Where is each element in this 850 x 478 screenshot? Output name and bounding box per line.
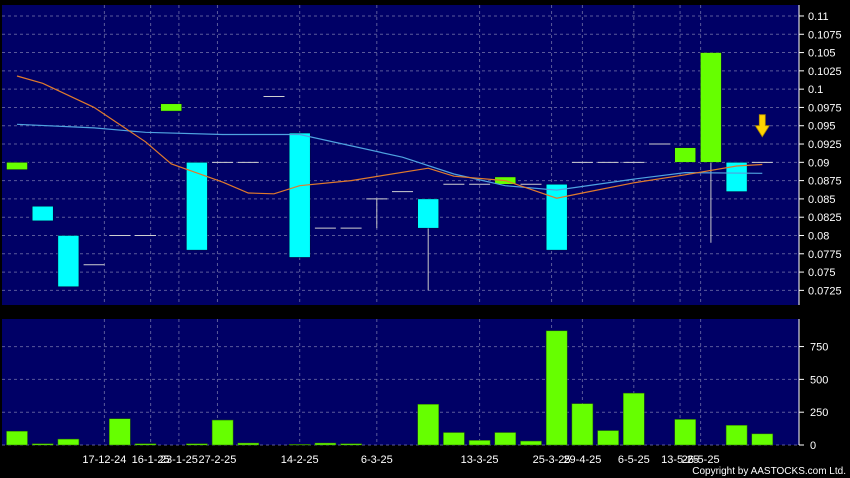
x-tick-label: 29-4-25 (563, 454, 601, 466)
volume-bar (31, 443, 54, 446)
volume-bar (109, 418, 131, 446)
volume-bar (186, 443, 208, 446)
volume-bar (288, 444, 311, 446)
price-tick-label: 0.0875 (808, 176, 842, 188)
price-tick-label: 0.0975 (808, 102, 842, 114)
volume-tick-label: 750 (810, 342, 828, 354)
price-tick-label: 0.09 (808, 157, 829, 169)
volume-tick-label: 0 (810, 440, 816, 452)
x-tick-label: 6-3-25 (361, 454, 393, 466)
price-tick-label: 0.1075 (808, 29, 842, 41)
price-tick-label: 0.1025 (808, 66, 842, 78)
price-tick-label: 0.105 (808, 48, 836, 60)
volume-bar (443, 432, 465, 446)
volume-bar (314, 442, 337, 446)
candle-down (545, 184, 568, 251)
volume-tick-label: 500 (810, 374, 828, 386)
volume-bar (211, 419, 234, 446)
candle-down (31, 205, 54, 222)
candle-down (417, 198, 439, 229)
price-tick-label: 0.085 (808, 194, 836, 206)
price-tick-label: 0.1 (808, 84, 823, 96)
x-tick-label: 27-2-25 (198, 454, 236, 466)
price-tick-label: 0.0775 (808, 249, 842, 261)
x-tick-label: 6-5-25 (618, 454, 650, 466)
volume-bar (468, 440, 491, 446)
volume-bar (751, 433, 774, 446)
volume-bar (237, 442, 260, 446)
volume-bar (494, 432, 517, 446)
candle-up (160, 103, 182, 112)
volume-bar (340, 443, 362, 446)
volume-tick-label: 250 (810, 407, 828, 419)
candle-up (674, 147, 696, 163)
volume-bar (57, 438, 80, 446)
candle-up (700, 52, 722, 163)
x-tick-label: 17-12-24 (82, 454, 126, 466)
volume-bar (674, 419, 696, 446)
volume-bar (725, 425, 748, 446)
volume-bar (520, 440, 542, 446)
price-tick-label: 0.08 (808, 230, 829, 242)
x-tick-label: 14-2-25 (281, 454, 319, 466)
price-tick-label: 0.0925 (808, 139, 842, 151)
candle-down (288, 132, 311, 258)
x-tick-label: 26-5-25 (682, 454, 720, 466)
candle-down (57, 235, 80, 287)
copyright-text: Copyright by AASTOCKS.com Ltd. (692, 466, 846, 477)
volume-bar (6, 430, 28, 446)
stock-chart: 0.110.10750.1050.10250.10.09750.0950.092… (2, 5, 846, 477)
volume-bar (417, 404, 439, 446)
price-tick-label: 0.0825 (808, 212, 842, 224)
x-tick-label: 13-3-25 (461, 454, 499, 466)
volume-bar (571, 403, 594, 446)
volume-bar (545, 330, 568, 446)
price-tick-label: 0.11 (808, 11, 829, 23)
volume-bar (623, 392, 645, 446)
price-tick-label: 0.075 (808, 267, 836, 279)
price-tick-label: 0.095 (808, 121, 836, 133)
x-tick-label: 23-1-25 (160, 454, 198, 466)
price-tick-label: 0.0725 (808, 285, 842, 297)
volume-bar (597, 430, 619, 446)
candle-up (6, 162, 28, 170)
volume-bar (134, 443, 157, 446)
